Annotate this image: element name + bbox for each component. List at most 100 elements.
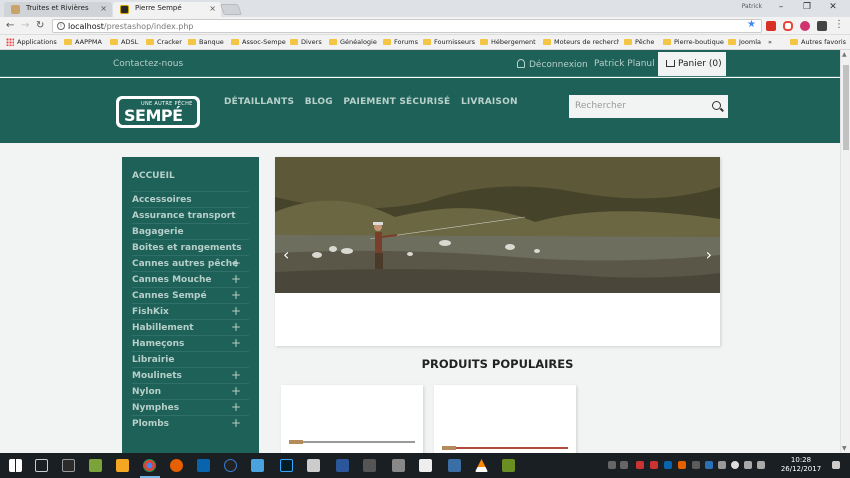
close-tab-icon[interactable]: × — [209, 4, 216, 13]
account-link[interactable]: Patrick Planul — [594, 59, 655, 69]
nav-livraison[interactable]: LIVRAISON — [461, 97, 518, 107]
tray-icon[interactable] — [692, 461, 700, 469]
profile-name[interactable]: Patrick — [742, 3, 762, 10]
expand-plus-icon[interactable]: + — [231, 384, 241, 398]
product-card[interactable] — [281, 385, 423, 455]
bookmark-banque[interactable]: Banque — [188, 38, 224, 46]
bookmark-joomla[interactable]: Joomla — [728, 38, 761, 46]
site-info-icon[interactable]: i — [57, 22, 65, 30]
expand-plus-icon[interactable]: + — [231, 416, 241, 430]
sidebar-category-item[interactable]: FishKix + — [132, 303, 249, 319]
sidebar-category-item[interactable]: Accessoires — [132, 191, 249, 207]
scroll-down-icon[interactable]: ▼ — [842, 445, 847, 452]
file-explorer-icon[interactable] — [116, 459, 129, 472]
windows-start-icon[interactable] — [9, 459, 22, 472]
notifications-icon[interactable] — [832, 461, 840, 469]
bookmark-peche[interactable]: Pêche — [624, 38, 654, 46]
nav-blog[interactable]: BLOG — [305, 97, 333, 107]
app-icon[interactable] — [363, 459, 376, 472]
bookmark-other-favorites[interactable]: Autres favoris — [790, 38, 846, 46]
nav-paiement-securise[interactable]: PAIEMENT SÉCURISÉ — [343, 97, 450, 107]
expand-plus-icon[interactable]: + — [231, 256, 241, 270]
site-logo[interactable]: UNE AUTRE PÊCHE SEMPÉ — [116, 96, 200, 128]
search-input[interactable]: Rechercher — [569, 95, 728, 118]
taskbar-clock[interactable]: 10:28 26/12/2017 — [777, 456, 825, 474]
bookmark-forums[interactable]: Forums — [383, 38, 418, 46]
volume-icon[interactable] — [744, 461, 752, 469]
bookmark-fournisseurs[interactable]: Fournisseurs — [423, 38, 475, 46]
url-input[interactable]: i localhost/prestashop/index.php — [52, 19, 762, 33]
close-window-icon[interactable]: ✕ — [820, 2, 846, 12]
tray-icon[interactable] — [620, 461, 628, 469]
extension-icon[interactable] — [817, 21, 827, 31]
maximize-icon[interactable]: ❐ — [794, 2, 820, 12]
bookmark-aappma[interactable]: AAPPMA — [64, 38, 102, 46]
sidebar-category-item[interactable]: Assurance transport — [132, 207, 249, 223]
expand-plus-icon[interactable]: + — [231, 304, 241, 318]
expand-plus-icon[interactable]: + — [231, 368, 241, 382]
bookmark-hebergement[interactable]: Hébergement — [480, 38, 536, 46]
new-tab-button[interactable] — [219, 4, 243, 15]
forward-icon[interactable]: → — [21, 20, 29, 31]
task-view-icon[interactable] — [35, 459, 48, 472]
contact-link[interactable]: Contactez-nous — [113, 59, 183, 69]
chrome-icon[interactable] — [143, 459, 156, 472]
tray-icon[interactable] — [678, 461, 686, 469]
expand-plus-icon[interactable]: + — [231, 320, 241, 334]
sidebar-category-item[interactable]: Habillement + — [132, 319, 249, 335]
bookmarks-overflow-button[interactable]: » — [768, 38, 772, 46]
logout-link[interactable]: Déconnexion — [517, 59, 588, 70]
bluetooth-icon[interactable] — [705, 461, 713, 469]
cloud-icon[interactable] — [731, 461, 739, 469]
bookmark-divers[interactable]: Divers — [290, 38, 322, 46]
photoshop-icon[interactable] — [280, 459, 293, 472]
sidebar-category-item[interactable]: Librairie — [132, 351, 249, 367]
bookmark-star-icon[interactable]: ★ — [747, 19, 756, 30]
scroll-up-icon[interactable]: ▲ — [842, 51, 847, 58]
product-card[interactable] — [434, 385, 576, 455]
sidebar-category-item[interactable]: Cannes autres pêche + — [132, 255, 249, 271]
slider-prev-arrow[interactable]: ‹ — [283, 245, 289, 264]
sidebar-category-item[interactable]: Hameçons + — [132, 335, 249, 351]
tray-icon[interactable] — [718, 461, 726, 469]
page-scrollbar[interactable]: ▲ ▼ — [840, 50, 850, 453]
bookmark-assoc-sempe[interactable]: Assoc-Sempe — [231, 38, 286, 46]
app-icon[interactable] — [251, 459, 264, 472]
tools-icon[interactable] — [392, 459, 405, 472]
sidebar-category-item[interactable]: Cannes Sempé + — [132, 287, 249, 303]
tray-icon[interactable] — [636, 461, 644, 469]
vlc-icon[interactable] — [475, 459, 488, 472]
desktop-app-icon[interactable] — [62, 459, 75, 472]
network-icon[interactable] — [757, 461, 765, 469]
sidebar-category-item[interactable]: Boites et rangements — [132, 239, 249, 255]
tray-icon[interactable] — [664, 461, 672, 469]
tab-truites-et-rivieres[interactable]: Truites et Rivières × — [4, 2, 112, 17]
sidebar-category-item[interactable]: Nymphes + — [132, 399, 249, 415]
tray-icon[interactable] — [650, 461, 658, 469]
bookmark-genealogie[interactable]: Généalogie — [329, 38, 377, 46]
slider-next-arrow[interactable]: › — [706, 245, 712, 264]
sidebar-category-item[interactable]: Plombs + — [132, 415, 249, 431]
sidebar-category-item[interactable]: Bagagerie — [132, 223, 249, 239]
cart-button[interactable]: Panier (0) — [658, 52, 726, 76]
sidebar-category-item[interactable]: Nylon + — [132, 383, 249, 399]
sidebar-category-item[interactable]: Moulinets + — [132, 367, 249, 383]
expand-plus-icon[interactable]: + — [231, 336, 241, 350]
app-icon[interactable] — [89, 459, 102, 472]
camera-icon[interactable] — [419, 459, 432, 472]
extension-icon[interactable] — [800, 21, 810, 31]
extension-icon[interactable] — [766, 21, 776, 31]
tab-pierre-sempe[interactable]: Pierre Sempé × — [113, 2, 221, 17]
app-icon[interactable] — [224, 459, 237, 472]
tray-icon[interactable] — [608, 461, 616, 469]
nav-detaillants[interactable]: DÉTAILLANTS — [224, 97, 294, 107]
expand-plus-icon[interactable]: + — [231, 272, 241, 286]
app-icon[interactable] — [502, 459, 515, 472]
expand-plus-icon[interactable]: + — [231, 400, 241, 414]
close-tab-icon[interactable]: × — [100, 4, 107, 13]
minimize-icon[interactable]: – — [768, 2, 794, 12]
app-icon[interactable] — [307, 459, 320, 472]
sidebar-home-link[interactable]: ACCUEIL — [132, 171, 249, 191]
bookmark-applications[interactable]: Applications — [6, 38, 57, 46]
scrollbar-thumb[interactable] — [843, 65, 849, 150]
